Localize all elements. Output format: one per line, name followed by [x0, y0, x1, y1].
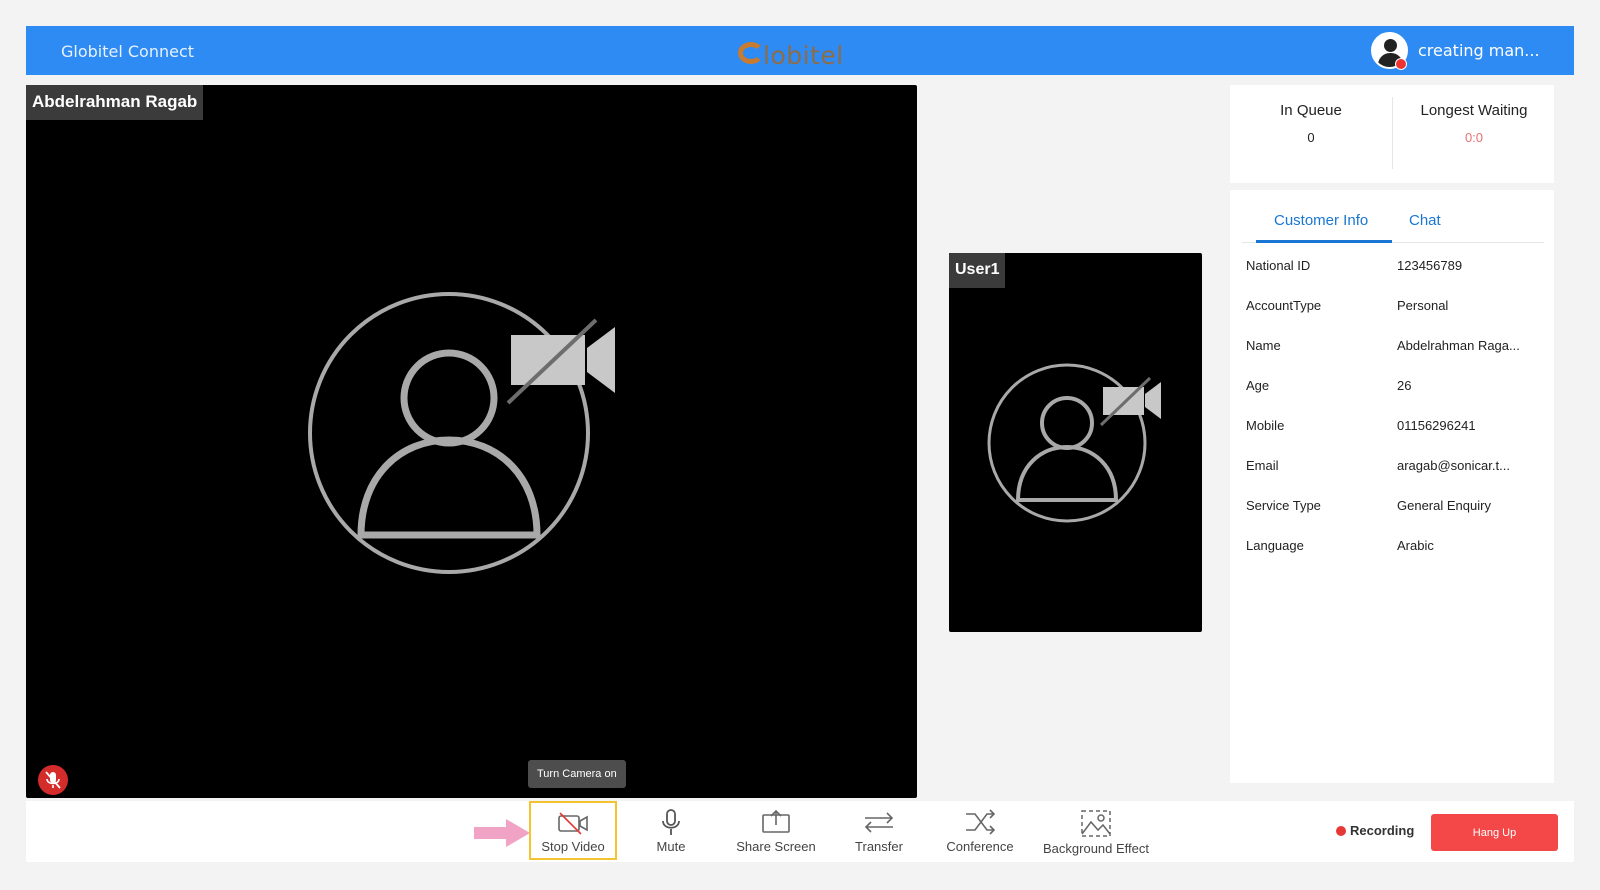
transfer-arrows-icon [864, 812, 894, 833]
info-key: Mobile [1246, 418, 1285, 433]
logo-text: lobitel [763, 41, 844, 70]
recording-indicator: Recording [1336, 823, 1414, 838]
conference-icon [966, 809, 996, 835]
video-off-icon [558, 812, 588, 835]
pointer-arrow-icon [474, 819, 530, 847]
mute-button[interactable]: Mute [641, 801, 701, 860]
camera-tooltip: Turn Camera on [528, 760, 626, 788]
recording-label: Recording [1350, 823, 1415, 838]
conference-label: Conference [946, 839, 1014, 854]
tab-customer-info[interactable]: Customer Info [1274, 212, 1368, 229]
in-queue-stat: In Queue 0 [1230, 102, 1392, 145]
active-tab-indicator [1256, 240, 1392, 243]
info-key: Service Type [1246, 498, 1321, 513]
main-video-tile: Abdelrahman Ragab Turn Camera on [26, 85, 917, 798]
stop-video-label: Stop Video [541, 839, 605, 854]
side-video-tile: User1 [949, 253, 1202, 632]
recording-dot-icon [1336, 826, 1346, 836]
call-controls-toolbar: Stop Video Mute Share Screen Transfer Co… [26, 801, 1574, 862]
transfer-button[interactable]: Transfer [849, 801, 909, 860]
info-key: AccountType [1246, 298, 1322, 313]
side-participant-name: User1 [949, 253, 1006, 288]
info-key: Email [1246, 458, 1279, 473]
app-title: Globitel Connect [61, 42, 195, 61]
microphone-icon [662, 809, 680, 835]
info-key: Age [1246, 378, 1270, 393]
info-value: 26 [1397, 378, 1412, 393]
longest-waiting-label: Longest Waiting [1420, 102, 1528, 119]
info-value: Personal [1397, 298, 1449, 313]
user-status-label[interactable]: creating man... [1418, 41, 1540, 60]
queue-stats-card: In Queue 0 Longest Waiting 0:0 [1230, 85, 1554, 183]
background-effect-icon [1081, 810, 1111, 837]
top-bar: Globitel Connect lobitel creating man... [26, 26, 1574, 75]
longest-waiting-stat: Longest Waiting 0:0 [1393, 102, 1555, 145]
share-screen-label: Share Screen [736, 839, 816, 854]
info-value: Abdelrahman Raga... [1397, 338, 1520, 353]
stop-video-button[interactable]: Stop Video [529, 801, 617, 860]
tab-chat[interactable]: Chat [1409, 212, 1441, 229]
background-effect-label: Background Effect [1043, 841, 1149, 856]
hang-up-button[interactable]: Hang Up [1431, 814, 1558, 851]
info-key: National ID [1246, 258, 1311, 273]
background-effect-button[interactable]: Background Effect [1036, 801, 1156, 860]
info-value: aragab@sonicar.t... [1397, 458, 1510, 473]
mute-label: Mute [656, 839, 686, 854]
conference-button[interactable]: Conference [940, 801, 1020, 860]
info-value: 123456789 [1397, 258, 1463, 273]
transfer-label: Transfer [855, 839, 903, 854]
info-key: Name [1246, 338, 1281, 353]
info-key: Language [1246, 538, 1304, 553]
info-value: General Enquiry [1397, 498, 1491, 513]
logo-mark-icon [738, 42, 764, 64]
share-screen-button[interactable]: Share Screen [726, 801, 826, 860]
info-value: 01156296241 [1397, 418, 1476, 433]
camera-off-avatar-icon [308, 292, 615, 574]
avatar-head [1384, 39, 1397, 52]
globitel-logo: lobitel [738, 37, 938, 70]
longest-waiting-value: 0:0 [1464, 130, 1484, 145]
in-queue-label: In Queue [1280, 102, 1342, 119]
customer-info-panel: Customer Info Chat National ID 123456789… [1230, 190, 1554, 783]
user-status-indicator [1395, 58, 1407, 70]
share-screen-icon [762, 809, 790, 833]
main-participant-name: Abdelrahman Ragab [26, 85, 204, 120]
info-value: Arabic [1397, 538, 1434, 553]
in-queue-value: 0 [1307, 130, 1315, 145]
camera-off-avatar-icon [987, 363, 1161, 523]
muted-microphone-icon [38, 765, 68, 795]
